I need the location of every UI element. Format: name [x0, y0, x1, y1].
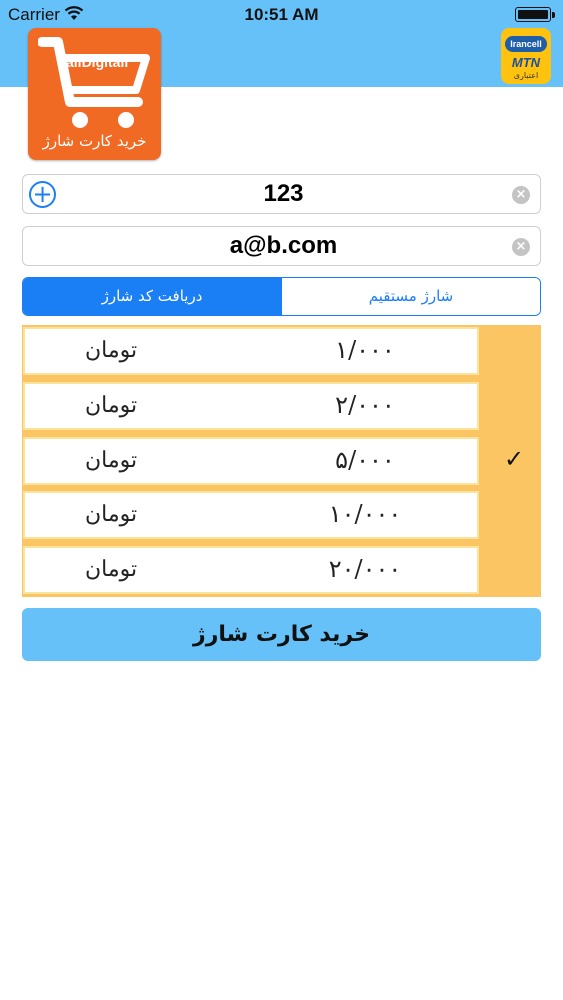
phone-field[interactable]: + ×: [22, 174, 541, 214]
tab-receive-code[interactable]: دریافت کد شارژ: [23, 278, 281, 315]
shopping-cart-icon: [38, 37, 150, 128]
currency-label: تومان: [85, 448, 138, 473]
clear-phone-icon[interactable]: ×: [512, 186, 530, 204]
operator-brand: MTN: [511, 55, 541, 70]
currency-label: تومان: [85, 338, 138, 363]
operator-type: اعتباری: [513, 71, 539, 80]
app-logo: allDigitall خرید کارت شارژ: [28, 28, 161, 160]
email-field[interactable]: ×: [22, 226, 541, 266]
amount-card: تومان ۱۰/۰۰۰: [23, 491, 479, 539]
tab-direct-charge[interactable]: شارژ مستقیم: [281, 278, 540, 315]
add-contact-icon[interactable]: +: [29, 181, 56, 208]
clear-email-icon[interactable]: ×: [512, 238, 530, 256]
amount-card: تومان ۵/۰۰۰: [23, 437, 479, 485]
charge-type-selector: دریافت کد شارژ شارژ مستقیم: [22, 277, 541, 316]
amount-list: تومان ۱/۰۰۰ تومان ۲/۰۰۰ تومان ۵/۰۰۰ ✓ تو…: [22, 325, 541, 597]
logo-brand: allDigitall: [66, 54, 129, 70]
clock: 10:51 AM: [244, 5, 319, 24]
status-bar: Carrier 10:51 AM: [0, 0, 563, 30]
amount-card: تومان ۱/۰۰۰: [23, 327, 479, 375]
battery-icon: [515, 7, 555, 22]
currency-label: تومان: [85, 393, 138, 418]
amount-value: ۲۰/۰۰۰: [328, 555, 402, 583]
amount-value: ۲/۰۰۰: [335, 391, 395, 419]
amount-row[interactable]: تومان ۲۰/۰۰۰: [22, 544, 541, 598]
amount-value: ۱۰/۰۰۰: [328, 500, 402, 528]
currency-label: تومان: [85, 557, 138, 582]
buy-charge-card-button[interactable]: خرید کارت شارژ: [22, 608, 541, 661]
email-input[interactable]: [67, 229, 500, 263]
currency-label: تومان: [85, 502, 138, 527]
amount-card: تومان ۲/۰۰۰: [23, 382, 479, 430]
amount-row[interactable]: تومان ۲/۰۰۰: [22, 380, 541, 434]
amount-value: ۵/۰۰۰: [335, 446, 395, 474]
amount-card: تومان ۲۰/۰۰۰: [23, 546, 479, 594]
mtn-irancell-logo[interactable]: Irancell MTN اعتباری: [501, 28, 551, 84]
amount-value: ۱/۰۰۰: [335, 336, 395, 364]
amount-row[interactable]: تومان ۵/۰۰۰ ✓: [22, 435, 541, 489]
amount-row[interactable]: تومان ۱۰/۰۰۰: [22, 489, 541, 543]
checkmark-icon: ✓: [503, 445, 525, 473]
phone-input[interactable]: [67, 177, 500, 211]
operator-name: Irancell: [505, 36, 547, 52]
logo-caption: خرید کارت شارژ: [42, 132, 147, 150]
amount-row[interactable]: تومان ۱/۰۰۰: [22, 325, 541, 379]
